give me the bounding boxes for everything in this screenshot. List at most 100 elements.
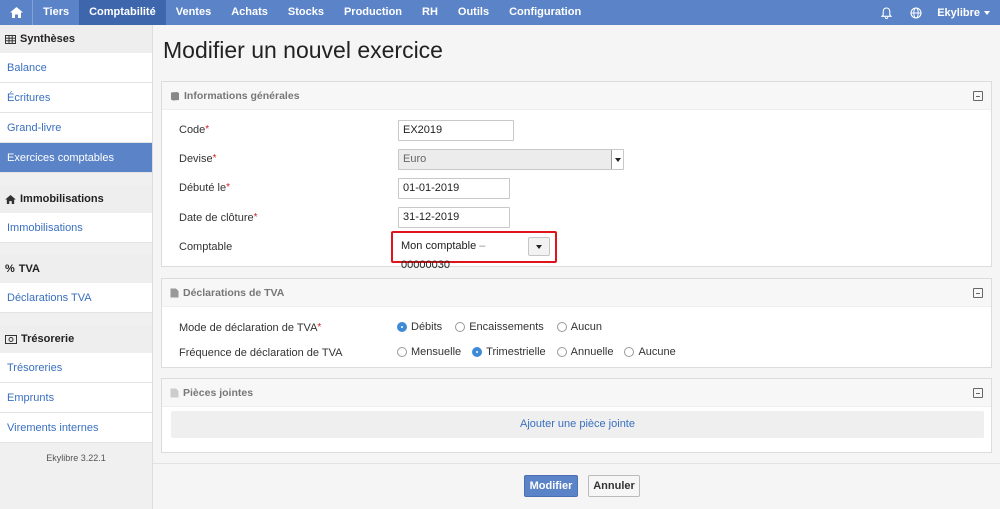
sidebar-section-syntheses: Synthèses [0,25,152,53]
nav-outils[interactable]: Outils [448,0,499,25]
chevron-down-icon [611,150,623,169]
nav-comptabilite[interactable]: Comptabilité [79,0,166,25]
home-icon [5,194,16,204]
accountant-name: Mon comptable [401,240,477,252]
sidebar-item-virements-internes[interactable]: Virements internes [0,413,152,443]
start-date-field[interactable]: 01-01-2019 [398,178,510,199]
sidebar-section-immobilisations: Immobilisations [0,185,152,213]
sidebar-item-grand-livre[interactable]: Grand-livre [0,113,152,143]
nav-rh[interactable]: RH [412,0,448,25]
bell-icon [880,6,892,19]
end-date-field[interactable]: 31-12-2019 [398,207,510,228]
radio-button[interactable] [397,347,407,357]
vat-frequency-radio-group: Mensuelle Trimestrielle Annuelle Aucune [397,346,676,358]
sidebar-item-tresoreries[interactable]: Trésoreries [0,353,152,383]
collapse-icon[interactable] [973,91,983,101]
accountant-dropdown-button[interactable] [528,237,550,256]
percent-icon: % [5,263,15,275]
radio-button[interactable] [397,322,407,332]
nav-tiers[interactable]: Tiers [33,0,79,25]
radio-aucun[interactable]: Aucun [556,321,602,333]
cancel-button[interactable]: Annuler [588,475,640,497]
globe-icon [910,6,922,19]
top-navigation-bar: Tiers Comptabilité Ventes Achats Stocks … [0,0,1000,25]
table-icon [5,34,16,44]
vat-frequency-row: Fréquence de déclaration de TVA [179,347,342,359]
field-row-code: Code * [179,124,210,136]
collapse-icon[interactable] [973,388,983,398]
sidebar-section-title: TVA [18,263,40,275]
chevron-down-icon [536,244,542,249]
nav-configuration[interactable]: Configuration [499,0,591,25]
end-label: Date de clôture [179,212,254,224]
language-button[interactable] [901,0,931,25]
page-title: Modifier un nouvel exercice [163,37,443,63]
file-icon [170,288,179,297]
vat-frequency-label: Fréquence de déclaration de TVA [179,347,343,359]
home-button[interactable] [0,0,32,25]
radio-button[interactable] [472,347,483,357]
sidebar-item-emprunts[interactable]: Emprunts [0,383,152,413]
user-menu[interactable]: Ekylibre [931,7,1000,19]
vat-mode-label: Mode de déclaration de TVA [179,322,318,334]
panel-general-info: Informations générales Code * EX2019 Devi… [161,81,992,271]
money-icon [5,334,17,344]
sidebar-gap [0,173,152,185]
accountant-separator: – [476,240,486,252]
main-content: Modifier un nouvel exercice Informations… [153,25,1000,509]
file-icon [170,388,179,397]
panel-vat: Déclarations de TVA Mode de déclaration … [161,278,992,368]
radio-encaissements[interactable]: Encaissements [455,321,544,333]
vat-mode-row: Mode de déclaration de TVA * [179,322,322,334]
currency-label: Devise [179,153,213,165]
nav-stocks[interactable]: Stocks [278,0,334,25]
nav-production[interactable]: Production [334,0,412,25]
code-field[interactable]: EX2019 [398,120,514,141]
sidebar-section-tva: % TVA [0,255,152,283]
sidebar-item-immobilisations[interactable]: Immobilisations [0,213,152,243]
vat-mode-radio-group: Débits Encaissements Aucun [397,321,602,333]
start-label: Débuté le [179,182,227,194]
add-attachment-link[interactable]: Ajouter une pièce jointe [171,411,984,438]
radio-label: Trimestrielle [486,346,546,358]
field-row-accountant: Comptable [179,241,232,253]
sidebar-item-ecritures[interactable]: Écritures [0,83,152,113]
panel-title: Déclarations de TVA [183,286,285,299]
collapse-icon[interactable] [973,288,983,298]
nav-achats[interactable]: Achats [221,0,278,25]
radio-mensuelle[interactable]: Mensuelle [397,346,461,358]
radio-trimestrielle[interactable]: Trimestrielle [472,346,546,358]
sidebar-section-title: Trésorerie [21,333,75,345]
radio-aucune[interactable]: Aucune [624,346,676,358]
home-icon [9,7,23,18]
radio-button[interactable] [624,347,635,357]
radio-button[interactable] [455,322,466,332]
radio-button[interactable] [556,347,567,357]
radio-button[interactable] [556,322,567,332]
radio-annuelle[interactable]: Annuelle [556,346,613,358]
notifications-button[interactable] [871,0,901,25]
sidebar-item-declarations-tva[interactable]: Déclarations TVA [0,283,152,313]
sidebar-section-title: Synthèses [20,33,76,45]
topbar-right: Ekylibre [871,0,1000,25]
code-label: Code [179,124,206,136]
form-actions: Modifier Annuler [153,463,1000,509]
radio-label: Débits [411,321,443,333]
field-row-devise: Devise * [179,153,217,165]
radio-label: Encaissements [469,321,544,333]
sidebar-item-balance[interactable]: Balance [0,53,152,83]
radio-debits[interactable]: Débits [397,321,442,333]
panel-attachments: Pièces jointes Ajouter une pièce jointe [161,378,992,453]
sidebar: Synthèses Balance Écritures Grand-livre … [0,25,153,509]
sidebar-item-exercices-comptables[interactable]: Exercices comptables [0,143,152,173]
currency-value: Euro [403,153,427,165]
accountant-combobox[interactable]: Mon comptable – 00000030 [396,237,528,271]
currency-select[interactable]: Euro [398,149,624,170]
chevron-down-icon [984,10,990,15]
accountant-code: 00000030 [401,259,450,271]
radio-label: Aucune [638,346,676,358]
nav-ventes[interactable]: Ventes [166,0,221,25]
submit-button[interactable]: Modifier [524,475,578,497]
book-icon [171,91,179,100]
accountant-label: Comptable [179,241,233,253]
